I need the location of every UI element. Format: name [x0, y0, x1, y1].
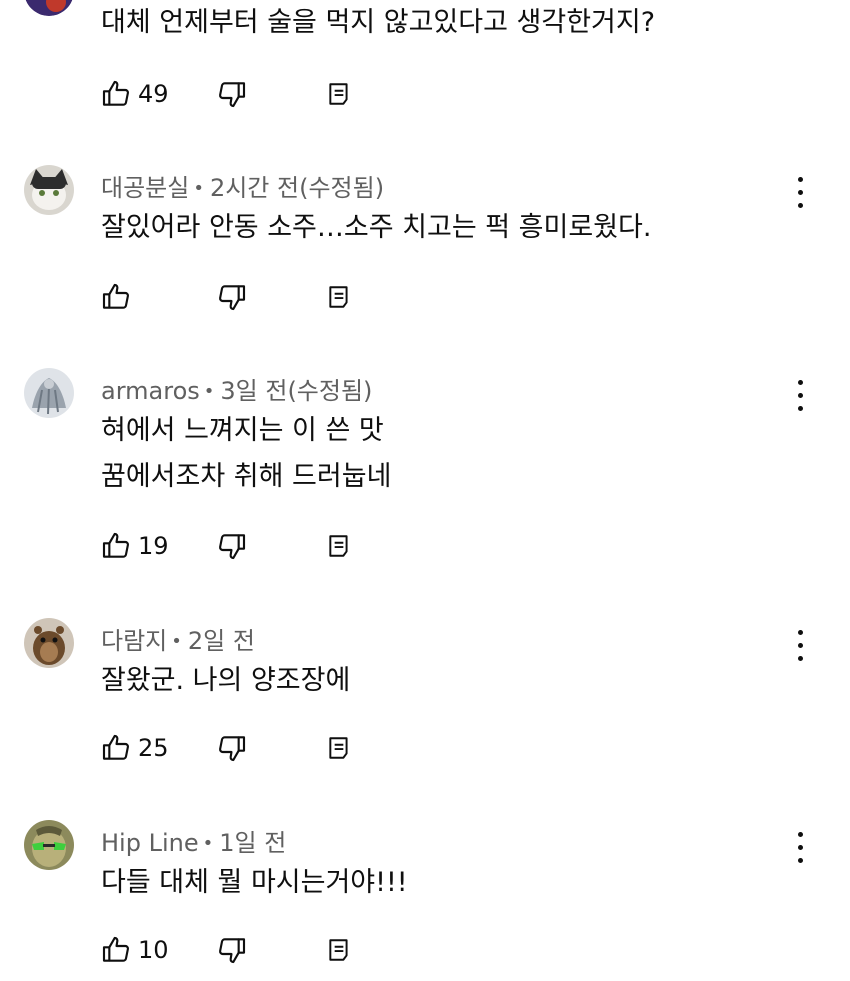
- reply-button[interactable]: [326, 526, 352, 566]
- dislike-button[interactable]: [216, 526, 248, 566]
- comment-line: 잘왔군. 나의 양조장에: [101, 665, 351, 696]
- dislike-button[interactable]: [216, 728, 248, 768]
- reply-button[interactable]: [326, 728, 352, 768]
- avatar[interactable]: [24, 618, 74, 668]
- separator-dot: •: [202, 833, 214, 854]
- thumbs-down-icon: [219, 285, 246, 311]
- author-name[interactable]: 다람지: [101, 627, 167, 655]
- thumbs-up-icon: [102, 532, 129, 558]
- thumbs-up-icon: [102, 283, 129, 309]
- more-options-button[interactable]: [785, 628, 815, 668]
- thumbs-down-icon: [219, 82, 246, 108]
- like-button[interactable]: [100, 277, 138, 317]
- thumbs-down-icon: [219, 534, 246, 560]
- comment-text: 다들 대체 뭘 마시는거야!!!: [101, 860, 408, 906]
- comment-text: 혀에서 느껴지는 이 쓴 맛 꿈에서조차 취해 드러눕네: [101, 408, 391, 500]
- comment-actions: 49: [100, 74, 400, 114]
- separator-dot: •: [193, 178, 204, 199]
- like-count: 49: [138, 80, 169, 108]
- reply-icon: [329, 83, 348, 105]
- timestamp: 3일 전(수정됨): [220, 377, 373, 405]
- reply-icon: [329, 286, 348, 308]
- comment-text: 잘있어라 안동 소주…소주 치고는 퍽 흥미로웠다.: [101, 205, 651, 251]
- more-options-button[interactable]: [785, 830, 815, 870]
- comment-actions: [100, 277, 400, 317]
- comment-meta: armaros • 3일 전(수정됨): [101, 371, 372, 406]
- like-count: 19: [138, 532, 169, 560]
- comment-line: 꿈에서조차 취해 드러눕네: [101, 461, 392, 492]
- comment-meta: 다람지 • 2일 전: [101, 621, 255, 656]
- dislike-button[interactable]: [216, 930, 248, 970]
- comment-text: 대체 언제부터 술을 먹지 않고있다고 생각한거지?: [101, 0, 655, 46]
- reply-icon: [329, 939, 348, 961]
- separator-dot: •: [203, 381, 215, 402]
- comment-line: 대체 언제부터 술을 먹지 않고있다고 생각한거지?: [101, 7, 656, 38]
- comment-line: 잘있어라 안동 소주…소주 치고는 퍽 흥미로웠다.: [101, 212, 652, 243]
- like-button[interactable]: 49: [100, 74, 169, 114]
- more-options-button[interactable]: [785, 175, 815, 215]
- thumbs-up-icon: [102, 80, 129, 106]
- timestamp: 2시간 전(수정됨): [209, 174, 385, 202]
- like-button[interactable]: 19: [100, 526, 169, 566]
- comment-line: 다들 대체 뭘 마시는거야!!!: [101, 867, 408, 898]
- avatar[interactable]: [24, 0, 74, 16]
- comment-meta: Hip Line • 1일 전: [101, 823, 286, 858]
- thumbs-down-icon: [219, 736, 246, 762]
- reply-icon: [329, 737, 348, 759]
- reply-icon: [329, 535, 348, 557]
- dislike-button[interactable]: [216, 74, 248, 114]
- reply-button[interactable]: [326, 277, 352, 317]
- thumbs-up-icon: [102, 734, 129, 760]
- dislike-button[interactable]: [216, 277, 248, 317]
- comment-actions: 25: [100, 728, 400, 768]
- author-name[interactable]: armaros: [101, 377, 200, 405]
- like-button[interactable]: 10: [100, 930, 169, 970]
- thumbs-up-icon: [102, 936, 129, 962]
- avatar[interactable]: [24, 820, 74, 870]
- more-options-button[interactable]: [785, 378, 815, 418]
- like-button[interactable]: 25: [100, 728, 169, 768]
- like-count: 10: [138, 936, 169, 964]
- comment-meta: 대공분실 • 2시간 전(수정됨): [101, 168, 384, 203]
- timestamp: 2일 전: [187, 627, 255, 655]
- comment-text: 잘왔군. 나의 양조장에: [101, 658, 350, 704]
- comment-line: 혀에서 느껴지는 이 쓴 맛: [101, 415, 384, 446]
- timestamp: 1일 전: [219, 829, 287, 857]
- comment-actions: 10: [100, 930, 400, 970]
- reply-button[interactable]: [326, 930, 352, 970]
- like-count: 25: [138, 734, 169, 762]
- avatar[interactable]: [24, 165, 74, 215]
- thumbs-down-icon: [219, 938, 246, 964]
- separator-dot: •: [171, 631, 182, 652]
- comment-actions: 19: [100, 526, 400, 566]
- avatar[interactable]: [24, 368, 74, 418]
- author-name[interactable]: 대공분실: [101, 174, 189, 202]
- reply-button[interactable]: [326, 74, 352, 114]
- author-name[interactable]: Hip Line: [101, 829, 199, 857]
